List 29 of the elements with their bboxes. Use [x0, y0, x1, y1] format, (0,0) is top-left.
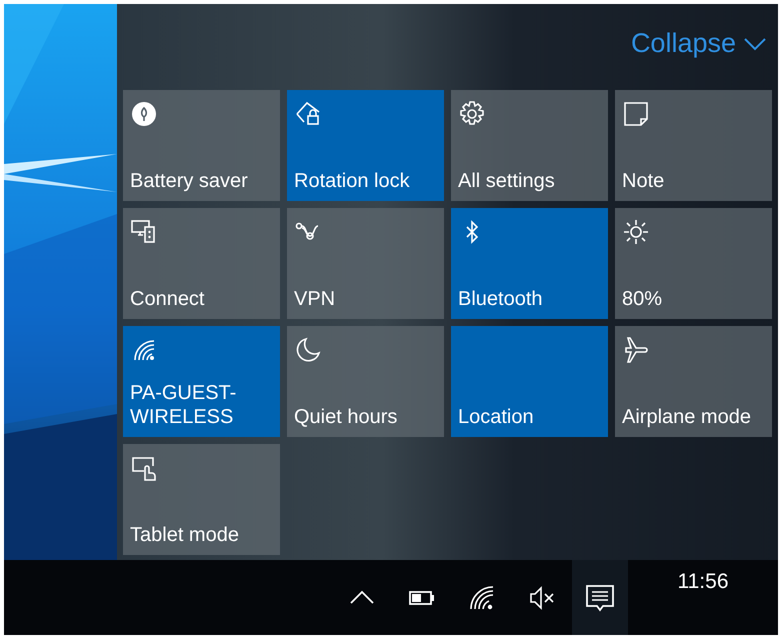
quick-action-tile[interactable]: Note: [615, 90, 772, 201]
note-icon: [622, 100, 650, 128]
quick-action-tile[interactable]: Rotation lock: [287, 90, 444, 201]
quick-action-tile[interactable]: All settings: [451, 90, 608, 201]
action-center-button[interactable]: [572, 560, 628, 635]
quick-action-tile[interactable]: Battery saver: [123, 90, 280, 201]
quick-action-tile[interactable]: Bluetooth: [451, 208, 608, 319]
rotation-lock-icon: [294, 100, 322, 128]
quick-action-tile[interactable]: Location: [451, 326, 608, 437]
airplane-icon: [622, 336, 650, 364]
settings-icon: [458, 100, 486, 128]
leaf-icon: [130, 100, 158, 128]
quick-action-tile[interactable]: Quiet hours: [287, 326, 444, 437]
collapse-button[interactable]: Collapse: [622, 28, 774, 59]
wifi-icon[interactable]: [469, 584, 495, 610]
clock-time: 11:56: [678, 570, 728, 595]
quick-action-tile[interactable]: VPN: [287, 208, 444, 319]
quick-action-tile[interactable]: 80%: [615, 208, 772, 319]
moon-icon: [294, 336, 322, 364]
quick-action-tile[interactable]: Connect: [123, 208, 280, 319]
quick-action-tile[interactable]: Tablet mode: [123, 444, 280, 555]
brightness-icon: [622, 218, 650, 246]
quick-action-tile[interactable]: PA-GUEST- WIRELESS: [123, 326, 280, 437]
muted-speaker-icon[interactable]: [529, 584, 555, 610]
connect-icon: [130, 218, 158, 246]
message-icon: [585, 582, 615, 612]
chevron-down-icon: [744, 36, 766, 50]
tablet-mode-icon: [130, 454, 158, 482]
quick-action-tile[interactable]: Airplane mode: [615, 326, 772, 437]
